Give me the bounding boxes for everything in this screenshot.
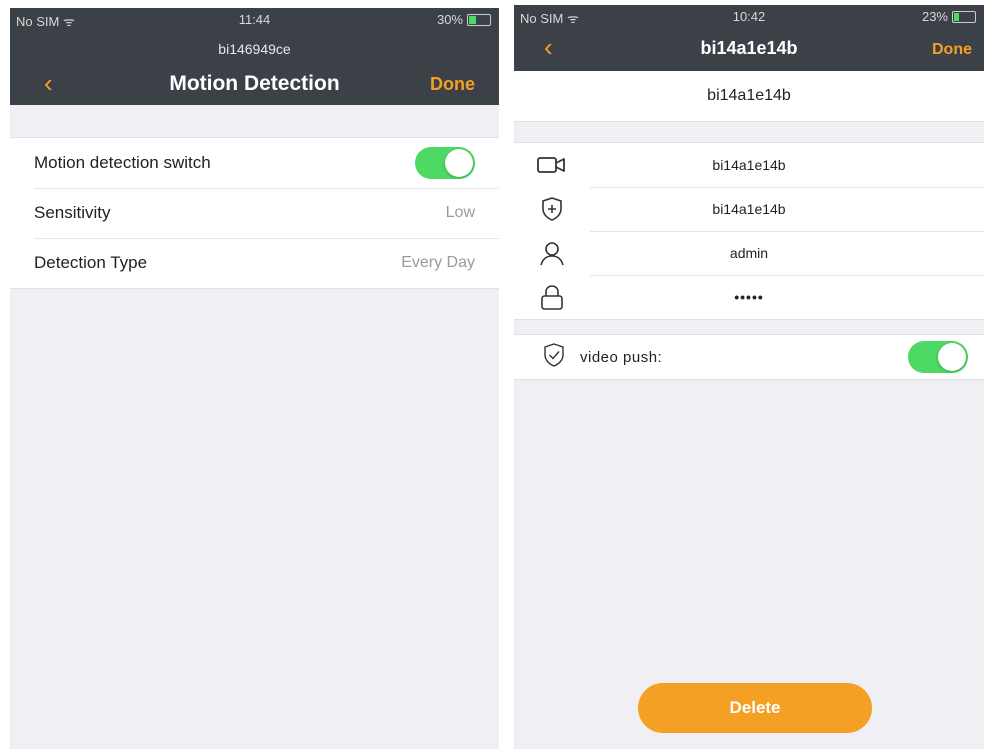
lock-icon bbox=[514, 283, 590, 311]
battery-icon bbox=[467, 13, 491, 26]
push-group: video push: bbox=[514, 334, 984, 380]
device-id-row[interactable]: bi14a1e14b bbox=[514, 143, 984, 187]
nav-bar: No SIM ᯤ 11:44 30% bi146949ce ‹ Motion D… bbox=[10, 8, 499, 105]
device-settings-screen: No SIM ᯤ 10:42 23% ‹ bi14a1e14b Done bi1… bbox=[514, 5, 984, 749]
motion-detection-screen: No SIM ᯤ 11:44 30% bi146949ce ‹ Motion D… bbox=[10, 8, 499, 749]
username-row[interactable]: admin bbox=[514, 231, 984, 275]
page-title: bi14a1e14b bbox=[700, 38, 798, 58]
row-label: Sensitivity bbox=[34, 203, 111, 222]
battery-icon bbox=[952, 10, 976, 23]
camera-icon bbox=[514, 154, 590, 176]
battery-percent: 23% bbox=[921, 9, 948, 24]
status-bar: No SIM ᯤ 10:42 23% bbox=[514, 5, 984, 27]
motion-switch-row[interactable]: Motion detection switch bbox=[10, 138, 499, 188]
shield-plus-icon bbox=[514, 195, 590, 223]
password-value: ••••• bbox=[734, 289, 764, 305]
battery-indicator: 30% bbox=[437, 12, 491, 27]
page-title: Motion Detection bbox=[169, 72, 340, 95]
user-icon bbox=[514, 239, 590, 267]
row-label: Detection Type bbox=[34, 253, 148, 272]
motion-detection-toggle[interactable] bbox=[415, 147, 475, 179]
device-name-field[interactable]: bi14a1e14b bbox=[514, 71, 984, 122]
video-push-label: video push: bbox=[580, 348, 663, 366]
detection-type-row[interactable]: Detection Type Every Day bbox=[10, 238, 499, 288]
row-label: Motion detection switch bbox=[34, 153, 211, 172]
nav-bar: No SIM ᯤ 10:42 23% ‹ bi14a1e14b Done bbox=[514, 5, 984, 71]
done-button[interactable]: Done bbox=[932, 41, 972, 59]
status-time: 10:42 bbox=[732, 9, 766, 24]
delete-button[interactable]: Delete bbox=[638, 683, 872, 733]
status-bar: No SIM ᯤ 11:44 30% bbox=[10, 8, 499, 30]
password-row[interactable]: ••••• bbox=[514, 275, 984, 319]
shield-check-icon bbox=[540, 341, 568, 374]
settings-group: Motion detection switch Sensitivity Low … bbox=[10, 137, 499, 289]
video-push-row[interactable]: video push: bbox=[514, 335, 984, 379]
device-name-row[interactable]: bi14a1e14b bbox=[514, 187, 984, 231]
video-push-toggle[interactable] bbox=[908, 341, 968, 373]
device-name-value: bi14a1e14b bbox=[712, 201, 786, 217]
sensitivity-row[interactable]: Sensitivity Low bbox=[10, 188, 499, 238]
battery-indicator: 23% bbox=[922, 9, 976, 24]
device-info-group: bi14a1e14b bi14a1e14b admin ••••• bbox=[514, 142, 984, 320]
done-button[interactable]: Done bbox=[430, 74, 475, 95]
username-value: admin bbox=[729, 245, 769, 261]
sensitivity-value: Low bbox=[445, 204, 475, 221]
detection-type-value: Every Day bbox=[401, 254, 475, 271]
battery-percent: 30% bbox=[436, 12, 463, 27]
status-time: 11:44 bbox=[238, 12, 271, 27]
device-subtitle: bi146949ce bbox=[218, 41, 291, 57]
device-id-value: bi14a1e14b bbox=[712, 157, 786, 173]
